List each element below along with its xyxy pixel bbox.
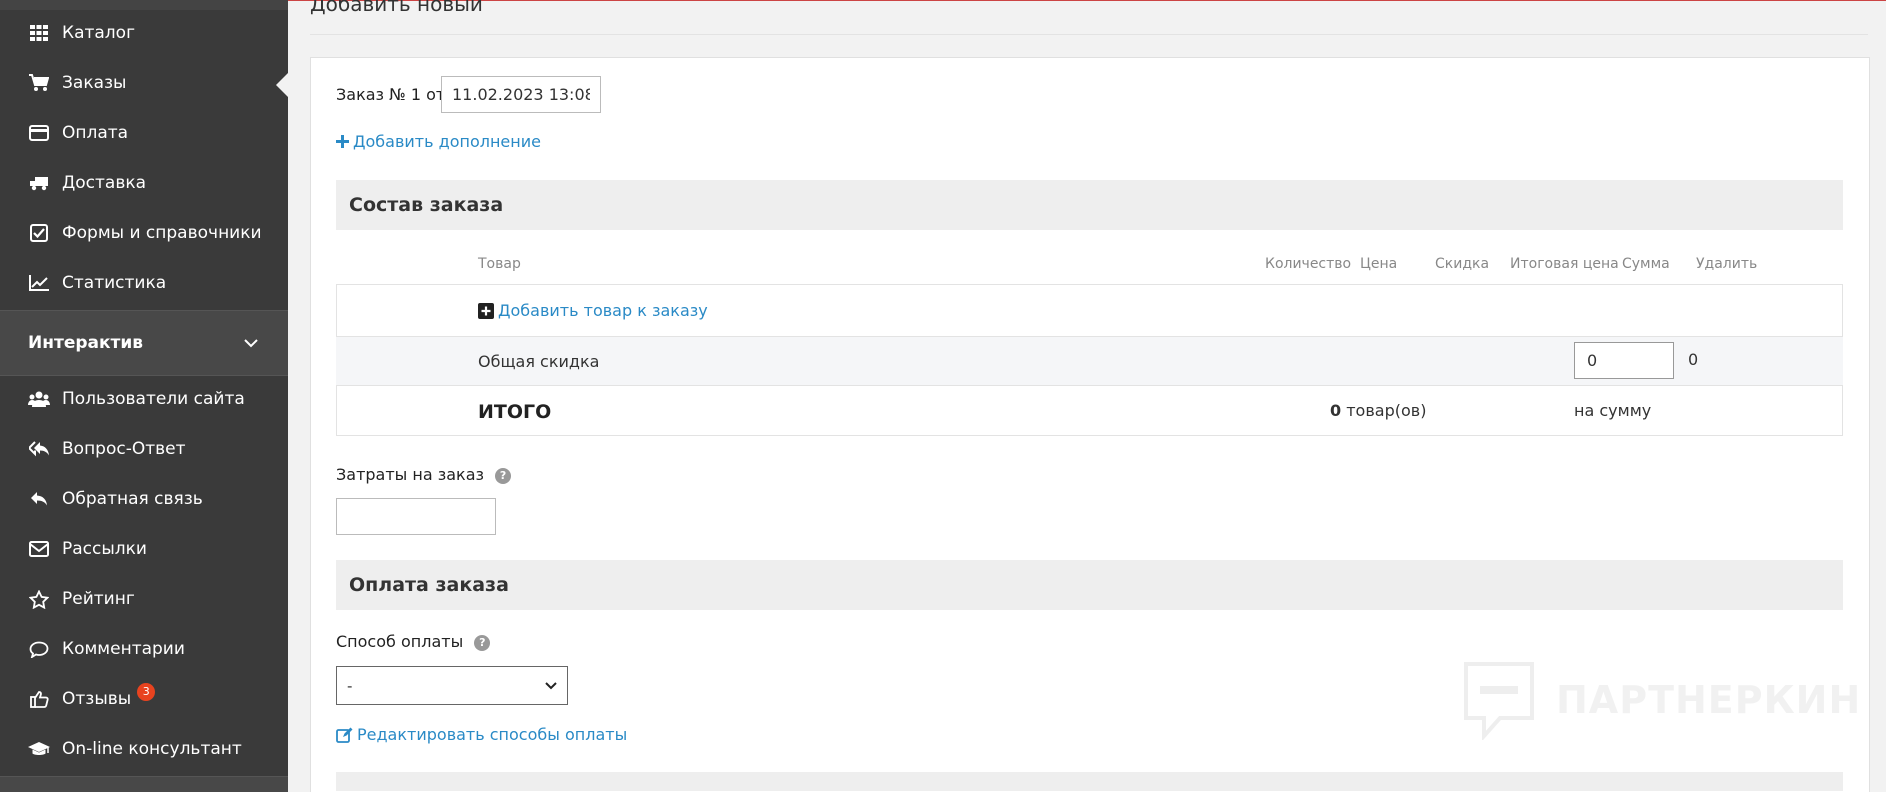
- plus-square-icon: [478, 302, 494, 319]
- watermark-text: ПАРТНЕРКИН: [1556, 678, 1862, 722]
- watermark: ПАРТНЕРКИН: [1462, 660, 1861, 740]
- payment-method-label-row: Способ оплаты ?: [336, 632, 491, 651]
- sidebar-item-reviews[interactable]: Отзывы 3: [0, 674, 288, 724]
- discount-sum: 0: [1688, 350, 1699, 369]
- add-addition-link[interactable]: Добавить дополнение: [336, 132, 541, 151]
- sidebar-item-label: Вопрос-Ответ: [62, 439, 186, 459]
- grid-icon: [28, 23, 50, 43]
- discount-label: Общая скидка: [478, 352, 600, 371]
- sidebar-item-label: Статистика: [62, 273, 167, 293]
- column-header-final-price: Итоговая цена: [1510, 256, 1619, 272]
- order-items-header: Состав заказа: [336, 180, 1843, 230]
- question-circle-icon[interactable]: ?: [474, 634, 491, 651]
- truck-icon: [28, 173, 50, 193]
- reply-all-icon: [28, 439, 50, 459]
- sidebar-item-label: Доставка: [62, 173, 147, 193]
- discount-input[interactable]: [1574, 342, 1674, 379]
- column-header-quantity: Количество: [1265, 256, 1352, 272]
- graduation-cap-icon: [28, 739, 50, 759]
- column-header-product: Товар: [478, 256, 521, 272]
- edit-payment-methods-link[interactable]: Редактировать способы оплаты: [336, 725, 627, 744]
- add-product-link[interactable]: Добавить товар к заказу: [478, 301, 708, 320]
- total-count-group: 0 товар(ов): [1330, 401, 1426, 420]
- add-addition-label: Добавить дополнение: [353, 132, 541, 151]
- sidebar-item-catalog[interactable]: Каталог: [0, 8, 288, 58]
- sidebar-item-label: Оплата: [62, 123, 129, 143]
- sidebar-group-label: Интерактив: [28, 333, 144, 353]
- column-header-price: Цена: [1360, 256, 1398, 272]
- sidebar-item-orders[interactable]: Заказы: [0, 58, 288, 108]
- sidebar-item-users[interactable]: Пользователи сайта: [0, 374, 288, 424]
- total-count: 0: [1330, 401, 1342, 420]
- thumbs-up-icon: [28, 689, 50, 709]
- watermark-logo-icon: [1462, 660, 1536, 740]
- sidebar-item-mailings[interactable]: Рассылки: [0, 524, 288, 574]
- sidebar-item-feedback[interactable]: Обратная связь: [0, 474, 288, 524]
- reviews-count-badge: 3: [137, 683, 156, 701]
- add-product-label: Добавить товар к заказу: [498, 301, 708, 320]
- sidebar-item-label: Рассылки: [62, 539, 147, 559]
- total-sum-label: на сумму: [1574, 401, 1652, 420]
- column-header-delete: Удалить: [1696, 256, 1758, 272]
- sidebar-item-label: Комментарии: [62, 639, 185, 659]
- page-title: Добавить новый: [310, 0, 483, 16]
- credit-card-icon: [28, 123, 50, 143]
- column-header-sum: Сумма: [1622, 256, 1670, 272]
- payment-method-select[interactable]: -: [336, 666, 568, 705]
- comment-icon: [28, 639, 50, 659]
- payment-method-label: Способ оплаты: [336, 632, 464, 651]
- sidebar-item-label: Обратная связь: [62, 489, 203, 509]
- order-items-title: Состав заказа: [349, 194, 504, 216]
- sidebar: Каталог Заказы Оплата Доставка Формы и с…: [0, 0, 288, 792]
- sidebar-item-label: Отзывы: [62, 689, 132, 709]
- payment-method-value: -: [347, 676, 353, 695]
- sidebar-item-payment[interactable]: Оплата: [0, 108, 288, 158]
- sidebar-bottom-strip: [0, 776, 288, 792]
- active-item-pointer: [276, 72, 289, 98]
- order-date-input[interactable]: [441, 76, 601, 113]
- edit-payment-methods-label: Редактировать способы оплаты: [357, 725, 628, 744]
- sidebar-item-label: Каталог: [62, 23, 136, 43]
- costs-label: Затраты на заказ: [336, 465, 485, 484]
- edit-icon: [336, 727, 353, 743]
- sidebar-item-online-consultant[interactable]: On-line консультант: [0, 724, 288, 774]
- costs-label-row: Затраты на заказ ?: [336, 465, 512, 484]
- sidebar-group-interactive[interactable]: Интерактив: [0, 310, 288, 376]
- cart-icon: [28, 73, 50, 93]
- sidebar-item-label: On-line консультант: [62, 739, 242, 759]
- payment-title: Оплата заказа: [349, 574, 509, 596]
- sidebar-item-comments[interactable]: Комментарии: [0, 624, 288, 674]
- question-circle-icon[interactable]: ?: [495, 467, 512, 484]
- payment-header: Оплата заказа: [336, 560, 1843, 610]
- sidebar-item-statistics[interactable]: Статистика: [0, 258, 288, 308]
- line-chart-icon: [28, 273, 50, 293]
- total-label: ИТОГО: [478, 401, 552, 423]
- sidebar-item-label: Пользователи сайта: [62, 389, 245, 409]
- sidebar-item-faq[interactable]: Вопрос-Ответ: [0, 424, 288, 474]
- chevron-down-icon: [244, 333, 258, 353]
- sidebar-item-forms[interactable]: Формы и справочники: [0, 208, 288, 258]
- costs-input[interactable]: [336, 498, 496, 535]
- order-number-label: Заказ № 1 от: [336, 85, 446, 104]
- envelope-icon: [28, 539, 50, 559]
- sidebar-item-label: Заказы: [62, 73, 127, 93]
- column-header-discount: Скидка: [1435, 256, 1490, 272]
- sidebar-item-delivery[interactable]: Доставка: [0, 158, 288, 208]
- plus-icon: [336, 135, 349, 148]
- next-section-header: [336, 772, 1843, 791]
- sidebar-item-label: Формы и справочники: [62, 223, 262, 243]
- chevron-down-icon: [545, 681, 557, 690]
- top-accent-line: [288, 0, 1886, 1]
- users-icon: [28, 389, 50, 409]
- sidebar-item-label: Рейтинг: [62, 589, 135, 609]
- check-square-icon: [28, 223, 50, 243]
- sidebar-item-rating[interactable]: Рейтинг: [0, 574, 288, 624]
- reply-icon: [28, 489, 50, 509]
- title-divider: [310, 34, 1868, 35]
- total-count-unit: товар(ов): [1346, 401, 1427, 420]
- star-icon: [28, 589, 50, 609]
